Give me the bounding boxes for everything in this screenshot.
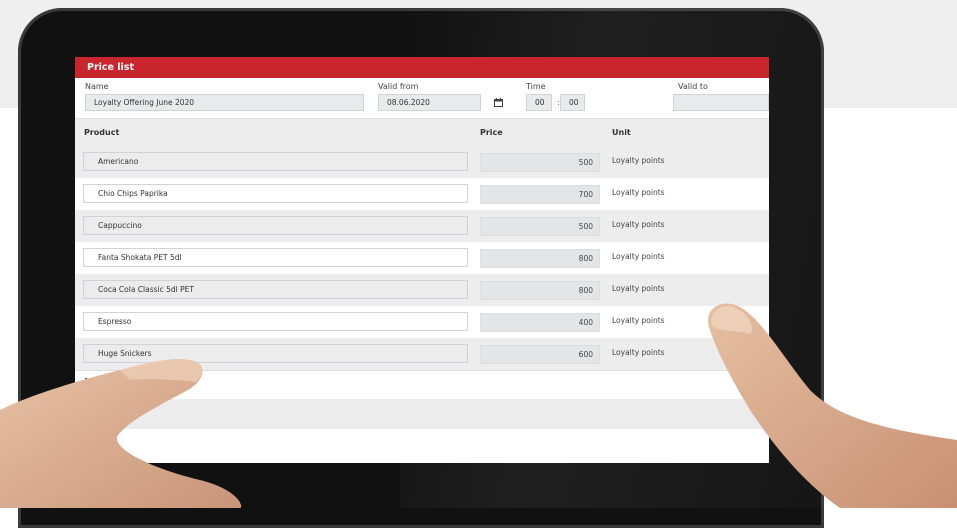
price-field[interactable]: 800 (480, 281, 600, 300)
unit-label: Loyalty points (612, 348, 665, 357)
product-field[interactable]: Americano (83, 152, 468, 171)
unit-label: Loyalty points (612, 284, 665, 293)
table-row: Americano 500 Loyalty points (75, 146, 769, 178)
unit-label: Loyalty points (612, 252, 665, 261)
price-field[interactable]: 600 (480, 345, 600, 364)
valid-from-field[interactable]: 08.06.2020 (378, 94, 481, 111)
price-field[interactable]: 500 (480, 153, 600, 172)
valid-to-field[interactable] (673, 94, 769, 111)
price-field[interactable]: 400 (480, 313, 600, 332)
form-row: Loyalty Offering June 2020 08.06.2020 00… (75, 92, 769, 118)
time-label: Time (526, 82, 546, 91)
valid-from-label: Valid from (378, 82, 419, 91)
product-field[interactable]: Espresso (83, 312, 468, 331)
left-hand (0, 359, 242, 508)
name-field[interactable]: Loyalty Offering June 2020 (85, 94, 364, 111)
valid-to-label: Valid to (678, 82, 708, 91)
time-hours-field[interactable]: 00 (526, 94, 552, 111)
table-row: Fanta Shokata PET 5dl 800 Loyalty points (75, 242, 769, 274)
column-unit: Unit (612, 128, 631, 137)
product-field[interactable]: Coca Cola Classic 5dl PET (83, 280, 468, 299)
name-label: Name (85, 82, 109, 91)
price-field[interactable]: 700 (480, 185, 600, 204)
price-field[interactable]: 500 (480, 217, 600, 236)
table-row: Cappuccino 500 Loyalty points (75, 210, 769, 242)
right-hand (708, 303, 957, 508)
product-field[interactable]: Fanta Shokata PET 5dl (83, 248, 468, 267)
product-field[interactable]: Chio Chips Paprika (83, 184, 468, 203)
table-row: Espresso 400 Loyalty points (75, 306, 769, 338)
table-row: Coca Cola Classic 5dl PET 800 Loyalty po… (75, 274, 769, 306)
column-product: Product (84, 128, 120, 137)
time-minutes-field[interactable]: 00 (560, 94, 585, 111)
form-labels: Name Valid from Time Valid to (75, 78, 769, 92)
unit-label: Loyalty points (612, 220, 665, 229)
unit-label: Loyalty points (612, 316, 665, 325)
panel-title: Price list (75, 57, 769, 78)
table-header: Product Price Unit (75, 118, 769, 146)
unit-label: Loyalty points (612, 156, 665, 165)
product-field[interactable]: Cappuccino (83, 216, 468, 235)
calendar-icon[interactable] (494, 98, 503, 107)
unit-label: Loyalty points (612, 188, 665, 197)
price-field[interactable]: 800 (480, 249, 600, 268)
column-price: Price (480, 128, 503, 137)
table-row: Chio Chips Paprika 700 Loyalty points (75, 178, 769, 210)
